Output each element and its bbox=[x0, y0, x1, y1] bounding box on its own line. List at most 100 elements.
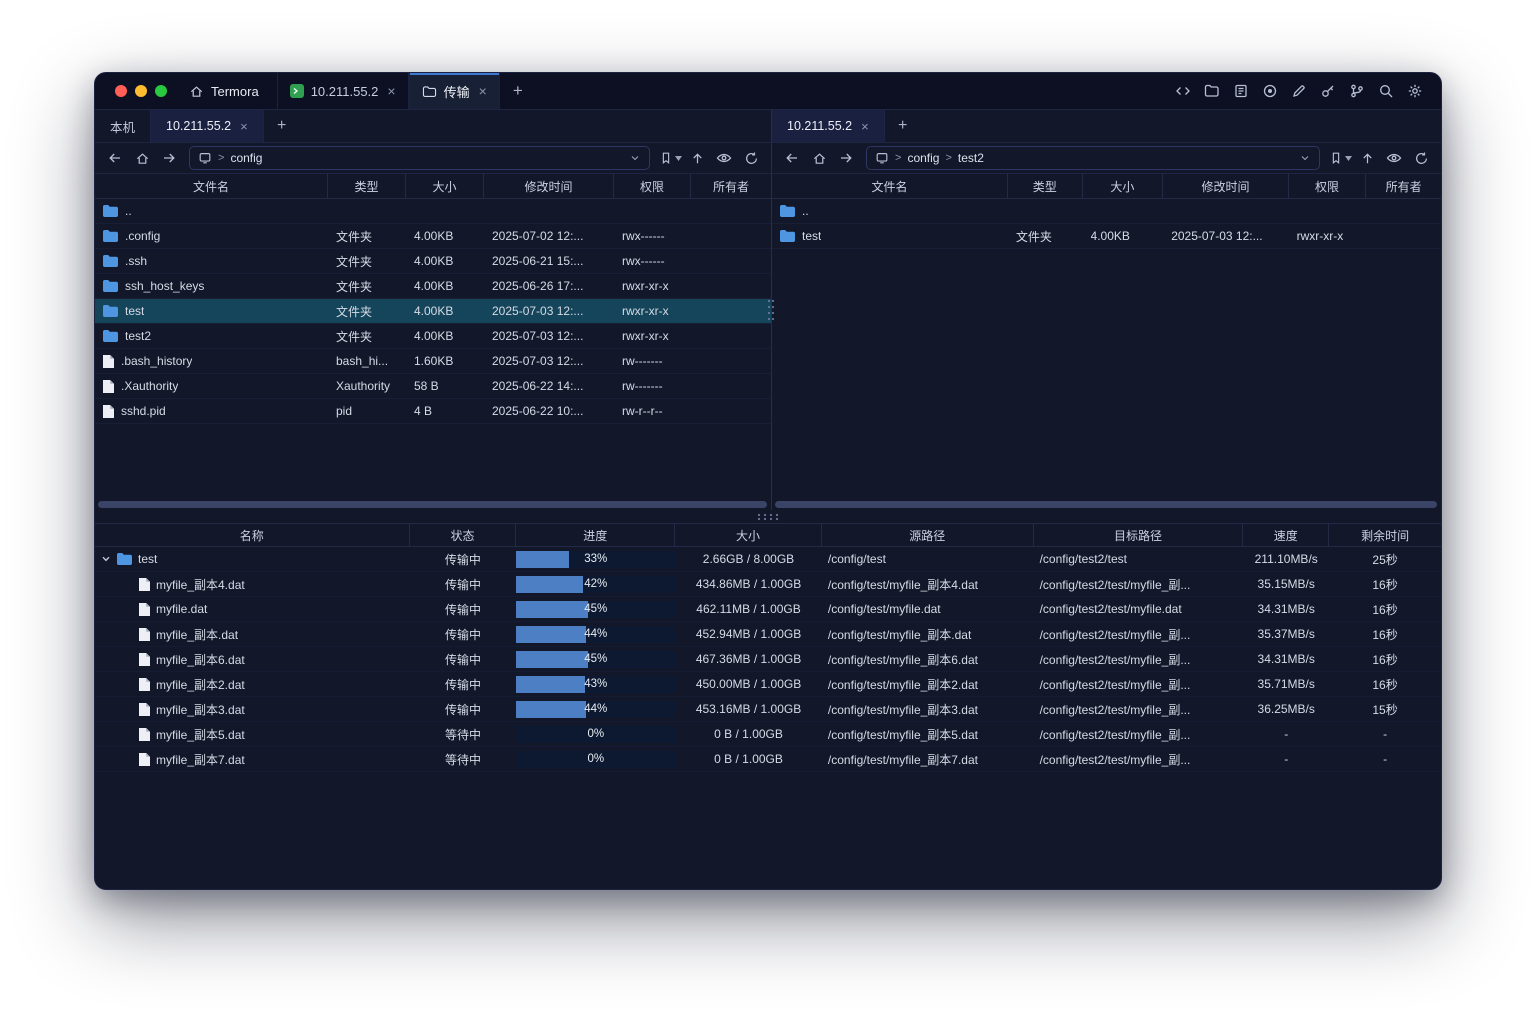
upload-button[interactable] bbox=[1355, 146, 1379, 170]
breadcrumb-segment[interactable]: config bbox=[907, 151, 939, 165]
caret-down-icon bbox=[1345, 156, 1352, 161]
home-button[interactable] bbox=[130, 146, 154, 170]
file-column-header[interactable]: 类型 bbox=[1008, 174, 1083, 198]
file-column-header[interactable]: 所有者 bbox=[691, 174, 771, 198]
transfer-progress: 33% bbox=[516, 547, 675, 571]
file-column-header[interactable]: 权限 bbox=[1289, 174, 1367, 198]
transfer-column-header[interactable]: 名称 bbox=[95, 524, 410, 546]
search-button[interactable] bbox=[1374, 79, 1398, 103]
transfer-column-header[interactable]: 大小 bbox=[675, 524, 822, 546]
transfer-row[interactable]: myfile_副本4.dat传输中42%434.86MB / 1.00GB/co… bbox=[95, 572, 1441, 597]
close-tab-icon[interactable]: × bbox=[240, 120, 248, 133]
app-home-button[interactable]: Termora bbox=[181, 73, 277, 109]
log-button[interactable] bbox=[1229, 79, 1253, 103]
breadcrumb-segment[interactable]: test2 bbox=[958, 151, 984, 165]
transfer-column-header[interactable]: 速度 bbox=[1243, 524, 1329, 546]
file-column-header[interactable]: 类型 bbox=[328, 174, 406, 198]
maximize-window-button[interactable] bbox=[155, 85, 167, 97]
scrollbar-thumb[interactable] bbox=[775, 501, 1437, 508]
horizontal-scrollbar[interactable] bbox=[775, 501, 1437, 508]
transfer-row[interactable]: myfile_副本5.dat等待中0%0 B / 1.00GB/config/t… bbox=[95, 722, 1441, 747]
refresh-button[interactable] bbox=[739, 146, 763, 170]
code-button[interactable] bbox=[1171, 79, 1195, 103]
file-icon bbox=[139, 678, 150, 691]
back-button[interactable] bbox=[780, 146, 804, 170]
transfer-column-header[interactable]: 源路径 bbox=[822, 524, 1034, 546]
branch-button[interactable] bbox=[1345, 79, 1369, 103]
transfer-eta: 16秒 bbox=[1329, 572, 1441, 596]
new-tab-button[interactable]: + bbox=[500, 73, 536, 109]
file-row[interactable]: .XauthorityXauthority58 B2025-06-22 14:.… bbox=[95, 374, 771, 399]
pane-tab[interactable]: 10.211.55.2× bbox=[151, 110, 264, 142]
chevron-down-icon[interactable] bbox=[1299, 152, 1311, 164]
pane-tab[interactable]: 本机 bbox=[95, 110, 151, 142]
keys-button[interactable] bbox=[1316, 79, 1340, 103]
refresh-button[interactable] bbox=[1409, 146, 1433, 170]
minimize-window-button[interactable] bbox=[135, 85, 147, 97]
edit-button[interactable] bbox=[1287, 79, 1311, 103]
file-row[interactable]: .bash_historybash_hi...1.60KB2025-07-03 … bbox=[95, 349, 771, 374]
settings-button[interactable] bbox=[1403, 79, 1427, 103]
bookmark-button[interactable] bbox=[1328, 146, 1352, 170]
transfer-row[interactable]: myfile_副本.dat传输中44%452.94MB / 1.00GB/con… bbox=[95, 622, 1441, 647]
upload-button[interactable] bbox=[685, 146, 709, 170]
close-window-button[interactable] bbox=[115, 85, 127, 97]
tab-transfer[interactable]: 传输 × bbox=[409, 73, 500, 109]
file-column-header[interactable]: 修改时间 bbox=[1163, 174, 1288, 198]
show-hidden-button[interactable] bbox=[1382, 146, 1406, 170]
file-column-header[interactable]: 大小 bbox=[406, 174, 484, 198]
path-bar[interactable]: >config bbox=[189, 146, 650, 170]
file-row[interactable]: .config文件夹4.00KB2025-07-02 12:...rwx----… bbox=[95, 224, 771, 249]
terminal-icon bbox=[290, 84, 304, 98]
transfer-column-header[interactable]: 状态 bbox=[410, 524, 517, 546]
tab-host[interactable]: 10.211.55.2 × bbox=[277, 73, 409, 109]
transfer-row[interactable]: myfile_副本6.dat传输中45%467.36MB / 1.00GB/co… bbox=[95, 647, 1441, 672]
transfer-table-header: 名称状态进度大小源路径目标路径速度剩余时间 bbox=[95, 523, 1441, 547]
transfer-target-path: /config/test2/test bbox=[1034, 547, 1244, 571]
file-row[interactable]: .. bbox=[772, 199, 1441, 224]
horizontal-scrollbar[interactable] bbox=[98, 501, 767, 508]
new-pane-tab-button[interactable]: + bbox=[264, 110, 300, 142]
transfer-column-header[interactable]: 剩余时间 bbox=[1329, 524, 1441, 546]
transfer-column-header[interactable]: 进度 bbox=[516, 524, 675, 546]
file-column-header[interactable]: 大小 bbox=[1083, 174, 1164, 198]
transfer-column-header[interactable]: 目标路径 bbox=[1034, 524, 1244, 546]
scrollbar-thumb[interactable] bbox=[98, 501, 767, 508]
file-column-header[interactable]: 所有者 bbox=[1366, 174, 1441, 198]
bookmark-button[interactable] bbox=[658, 146, 682, 170]
file-column-header[interactable]: 权限 bbox=[614, 174, 691, 198]
close-tab-icon[interactable]: × bbox=[387, 84, 395, 98]
file-row[interactable]: test2文件夹4.00KB2025-07-03 12:...rwxr-xr-x bbox=[95, 324, 771, 349]
transfer-row[interactable]: myfile.dat传输中45%462.11MB / 1.00GB/config… bbox=[95, 597, 1441, 622]
file-row[interactable]: .. bbox=[95, 199, 771, 224]
file-column-header[interactable]: 文件名 bbox=[772, 174, 1008, 198]
transfer-row[interactable]: test传输中33%2.66GB / 8.00GB/config/test/co… bbox=[95, 547, 1441, 572]
folder-button[interactable] bbox=[1200, 79, 1224, 103]
record-button[interactable] bbox=[1258, 79, 1282, 103]
new-pane-tab-button[interactable]: + bbox=[885, 110, 921, 142]
file-row[interactable]: test文件夹4.00KB2025-07-03 12:...rwxr-xr-x bbox=[95, 299, 771, 324]
splitter-grip-icon[interactable] bbox=[756, 513, 780, 521]
chevron-down-icon[interactable] bbox=[629, 152, 641, 164]
transfer-splitter[interactable] bbox=[95, 510, 1441, 523]
path-bar[interactable]: >config>test2 bbox=[866, 146, 1320, 170]
pane-tab[interactable]: 10.211.55.2× bbox=[772, 110, 885, 142]
file-column-header[interactable]: 修改时间 bbox=[484, 174, 614, 198]
show-hidden-button[interactable] bbox=[712, 146, 736, 170]
file-column-header[interactable]: 文件名 bbox=[95, 174, 328, 198]
breadcrumb-segment[interactable]: config bbox=[230, 151, 262, 165]
close-tab-icon[interactable]: × bbox=[479, 84, 487, 98]
file-row[interactable]: test文件夹4.00KB2025-07-03 12:...rwxr-xr-x bbox=[772, 224, 1441, 249]
transfer-row[interactable]: myfile_副本3.dat传输中44%453.16MB / 1.00GB/co… bbox=[95, 697, 1441, 722]
file-row[interactable]: ssh_host_keys文件夹4.00KB2025-06-26 17:...r… bbox=[95, 274, 771, 299]
file-row[interactable]: sshd.pidpid4 B2025-06-22 10:...rw-r--r-- bbox=[95, 399, 771, 424]
forward-button[interactable] bbox=[834, 146, 858, 170]
close-tab-icon[interactable]: × bbox=[861, 120, 869, 133]
transfer-row[interactable]: myfile_副本2.dat传输中43%450.00MB / 1.00GB/co… bbox=[95, 672, 1441, 697]
collapse-chevron-icon[interactable] bbox=[101, 554, 111, 564]
file-row[interactable]: .ssh文件夹4.00KB2025-06-21 15:...rwx------ bbox=[95, 249, 771, 274]
back-button[interactable] bbox=[103, 146, 127, 170]
home-button[interactable] bbox=[807, 146, 831, 170]
transfer-row[interactable]: myfile_副本7.dat等待中0%0 B / 1.00GB/config/t… bbox=[95, 747, 1441, 772]
forward-button[interactable] bbox=[157, 146, 181, 170]
